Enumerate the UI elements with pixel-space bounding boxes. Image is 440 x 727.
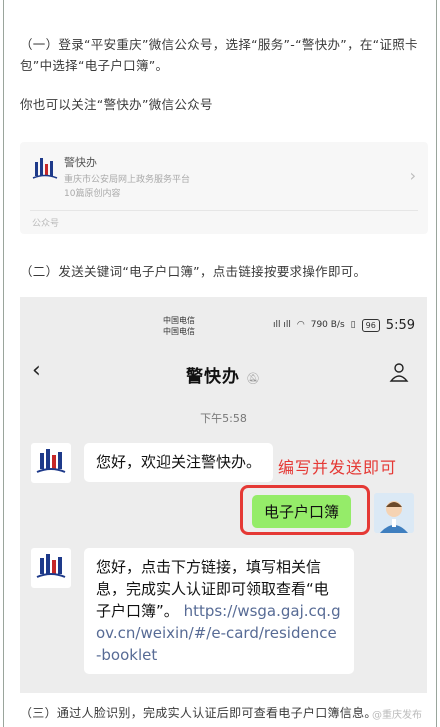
step1-text: （一）登录“平安重庆”微信公众号，选择“服务”-“警快办”，在“证照卡包”中选择… <box>20 37 418 73</box>
welcome-message-bubble: 您好，欢迎关注警快办。 <box>84 443 274 482</box>
chevron-right-icon: › <box>409 166 416 185</box>
cartoon-person-icon <box>374 493 414 533</box>
clock: 5:59 <box>385 317 415 333</box>
carrier-1: 中国电信 <box>163 316 195 325</box>
card-divider <box>30 210 418 211</box>
carrier-info: 中国电信 中国电信 <box>163 315 195 337</box>
account-name: 警快办 <box>64 156 97 169</box>
article-count: 10篇原创内容 <box>64 189 121 199</box>
wifi-icon: ◠ <box>296 320 305 330</box>
mute-bell-icon: 🔕︎ <box>246 372 261 385</box>
step3-text: （三）通过人脸识别，完成实人认证后即可查看电子户口簿信息。 <box>20 706 377 720</box>
account-description: 重庆市公安局网上政务服务平台 <box>64 175 191 185</box>
wechat-chat-screenshot: 中国电信 中国电信 ıll ıll ◠ 790 B/s ▯ 96 5:59 ‹ … <box>20 297 427 693</box>
jingkuaiban-logo-icon <box>36 449 66 473</box>
step2-text: （二）发送关键词“电子户口簿”，点击链接按要求操作即可。 <box>20 264 367 279</box>
jingkuaiban-logo-icon <box>32 158 58 179</box>
message-timestamp: 下午5:58 <box>200 412 247 425</box>
user-avatar[interactable] <box>374 493 414 533</box>
net-speed: 790 B/s <box>310 320 345 330</box>
red-annotation-text: 编写并发送即可 <box>278 458 398 477</box>
carrier-2: 中国电信 <box>163 327 195 336</box>
jingkuaiban-logo-icon <box>36 554 66 578</box>
official-account-avatar[interactable] <box>31 443 71 483</box>
chat-title-text: 警快办 <box>186 367 241 387</box>
signal-icon: ıll ıll <box>272 320 291 330</box>
chat-navbar: ‹ 警快办 🔕︎ <box>20 354 427 394</box>
official-account-avatar[interactable] <box>31 548 71 588</box>
alt-follow-text: 你也可以关注“警快办”微信公众号 <box>20 97 213 112</box>
chat-title: 警快办 🔕︎ <box>20 362 427 387</box>
status-bar: ıll ıll ◠ 790 B/s ▯ 96 5:59 <box>273 315 415 335</box>
reply-message-bubble: 您好，点击下方链接，填写相关信息，完成实人认证即可领取查看“电子户口簿”。 ht… <box>84 548 354 674</box>
article-frame: （一）登录“平安重庆”微信公众号，选择“服务”-“警快办”，在“证照卡包”中选择… <box>3 0 437 727</box>
account-card[interactable]: 警快办 重庆市公安局网上政务服务平台 10篇原创内容 › 公众号 <box>20 142 428 234</box>
account-type-label: 公众号 <box>32 219 60 229</box>
profile-icon[interactable] <box>389 362 409 382</box>
watermark: @重庆发布 <box>372 710 422 721</box>
sent-message-bubble: 电子户口簿 <box>252 495 352 528</box>
battery-icon: 96 <box>361 318 380 332</box>
vibrate-icon: ▯ <box>350 320 356 330</box>
